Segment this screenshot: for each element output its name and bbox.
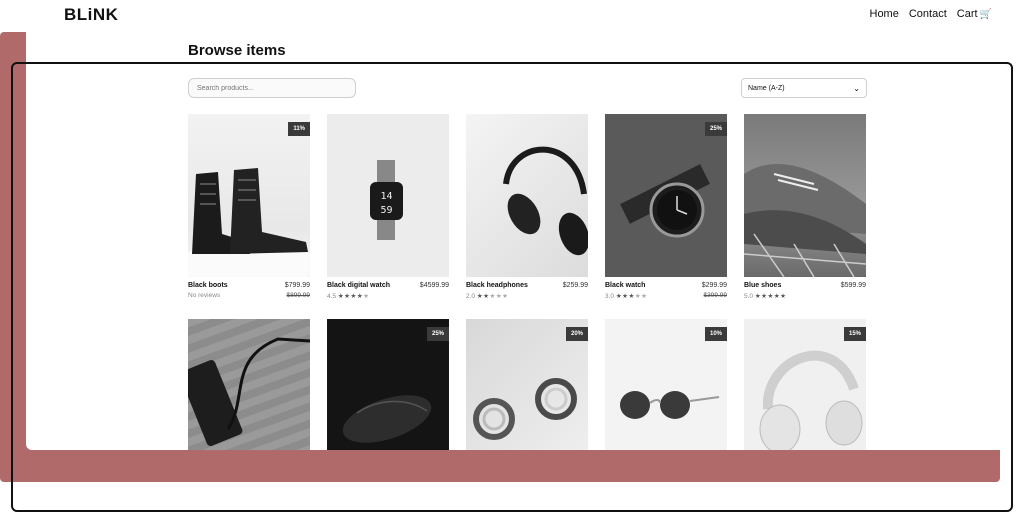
product-card[interactable] (188, 319, 310, 450)
product-price: $799.99 (284, 282, 310, 289)
product-card[interactable]: 14 59 Black digital watch $4599.99 4.5 ★★… (327, 114, 449, 300)
product-name: Blue shoes (744, 282, 782, 289)
product-image: 25% (605, 114, 727, 277)
product-image: 14 59 (327, 114, 449, 277)
powerbank-image (188, 337, 310, 446)
digital-watch-image: 14 59 (370, 160, 403, 240)
product-old-price: $399.99 (703, 292, 728, 299)
star-rating: ★★★★★ (754, 293, 787, 300)
boots-image (188, 168, 310, 277)
discount-badge: 25% (426, 327, 449, 341)
product-image: 10% (605, 319, 727, 450)
product-card[interactable]: 25% (327, 319, 449, 450)
product-card[interactable]: Blue shoes $599.99 5.0 ★★★★★ (744, 114, 866, 300)
product-image (744, 114, 866, 277)
product-name: Black digital watch (327, 282, 391, 289)
nav-contact-link[interactable]: Contact (909, 8, 947, 20)
product-name: Black headphones (466, 282, 528, 289)
product-name: Black watch (605, 282, 646, 289)
discount-badge: 25% (704, 122, 727, 136)
product-rating-text: 3.0 (605, 293, 615, 300)
product-image: 25% (327, 319, 449, 450)
product-image: 11% (188, 114, 310, 277)
nav-cart-label: Cart (956, 8, 978, 20)
product-price: $299.99 (701, 282, 727, 289)
product-price: $4599.99 (419, 282, 449, 289)
star-rating: ★★★★★ (476, 293, 509, 300)
svg-text:59: 59 (380, 205, 392, 216)
product-rating-text: 5.0 (744, 293, 754, 300)
star-rating: ★★★★★ (615, 293, 648, 300)
product-name: Black boots (188, 282, 228, 289)
product-card[interactable]: Black headphones $259.99 2.0 ★★★★★ (466, 114, 588, 300)
headphones-image (503, 146, 588, 256)
product-rating-text: No reviews (188, 292, 221, 299)
shoes-image (744, 164, 866, 277)
product-card[interactable]: 10% (605, 319, 727, 450)
product-price: $599.99 (840, 282, 866, 289)
brand-logo[interactable]: BLiNK (64, 5, 118, 25)
product-image (188, 319, 310, 450)
nav-home-link[interactable]: Home (870, 8, 899, 20)
discount-badge: 15% (843, 327, 866, 341)
discount-badge: 11% (288, 122, 310, 136)
product-card[interactable]: 20% (466, 319, 588, 450)
star-rating: ★★★★★ (337, 293, 370, 300)
nav-cart-link[interactable]: Cart 🛒 (957, 8, 992, 20)
discount-badge: 20% (565, 327, 588, 341)
product-image: 15% (744, 319, 866, 450)
sort-selected-value: Name (A-Z) (748, 84, 785, 92)
product-image: 20% (466, 319, 588, 450)
product-rating-text: 2.0 (466, 293, 476, 300)
top-nav: Home Contact Cart 🛒 (870, 8, 993, 20)
chevron-down-icon: ⌄ (853, 83, 860, 93)
product-image (466, 114, 588, 277)
search-input[interactable] (188, 78, 356, 98)
product-old-price: $899.99 (286, 292, 311, 299)
product-price: $259.99 (562, 282, 588, 289)
page-title: Browse items (188, 42, 286, 59)
watch-image (620, 164, 710, 238)
svg-text:14: 14 (380, 191, 392, 202)
product-card[interactable]: 15% (744, 319, 866, 450)
cart-icon: 🛒 (979, 9, 992, 20)
product-card[interactable]: 11% Black boots $799.99 No reviews $899.99 (188, 114, 310, 299)
product-rating-text: 4.5 (327, 293, 337, 300)
product-card[interactable]: 25% Black watch $299.99 3.0 ★★★★★ $399.99 (605, 114, 727, 300)
sort-select[interactable]: Name (A-Z) ⌄ (741, 78, 867, 98)
discount-badge: 10% (704, 327, 727, 341)
